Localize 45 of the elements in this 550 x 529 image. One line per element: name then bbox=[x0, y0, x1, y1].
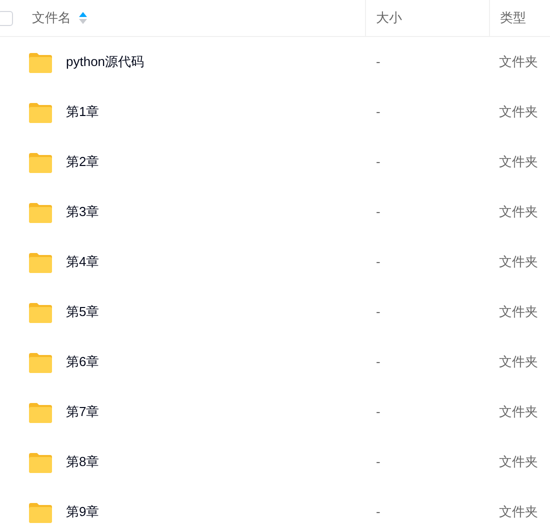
folder-icon bbox=[28, 402, 53, 422]
file-type: 文件夹 bbox=[499, 404, 538, 420]
column-header[interactable]: 类型 bbox=[500, 8, 526, 28]
file-size: - bbox=[376, 204, 380, 220]
file-name[interactable]: 第4章 bbox=[66, 252, 100, 272]
file-name[interactable]: 第8章 bbox=[66, 452, 100, 472]
folder-icon bbox=[28, 202, 53, 222]
file-name[interactable]: 第6章 bbox=[66, 352, 100, 372]
file-type: 文件夹 bbox=[499, 354, 538, 370]
column-header[interactable]: 文件名 bbox=[32, 8, 71, 28]
file-size: - bbox=[376, 104, 380, 120]
folder-icon bbox=[28, 452, 53, 472]
file-size: - bbox=[376, 54, 380, 70]
file-name[interactable]: 第9章 bbox=[66, 502, 100, 522]
select-all-checkbox[interactable] bbox=[0, 10, 13, 26]
file-type: 文件夹 bbox=[499, 254, 538, 270]
file-type: 文件夹 bbox=[499, 454, 538, 470]
file-size: - bbox=[376, 354, 380, 370]
folder-icon bbox=[28, 502, 53, 522]
file-size: - bbox=[376, 154, 380, 170]
file-name[interactable]: python源代码 bbox=[66, 52, 144, 72]
file-type: 文件夹 bbox=[499, 504, 538, 520]
folder-icon bbox=[28, 302, 53, 322]
file-size: - bbox=[376, 304, 380, 320]
file-name[interactable]: 第5章 bbox=[66, 302, 100, 322]
file-size: - bbox=[376, 404, 380, 420]
column-header[interactable]: 大小 bbox=[376, 8, 402, 28]
file-type: 文件夹 bbox=[499, 54, 538, 70]
folder-icon bbox=[28, 102, 53, 122]
file-name[interactable]: 第2章 bbox=[66, 152, 100, 172]
file-name[interactable]: 第3章 bbox=[66, 202, 100, 222]
folder-icon bbox=[28, 252, 53, 272]
folder-icon bbox=[28, 352, 53, 372]
file-type: 文件夹 bbox=[499, 204, 538, 220]
file-size: - bbox=[376, 454, 380, 470]
folder-icon bbox=[28, 52, 53, 72]
file-name[interactable]: 第7章 bbox=[66, 402, 100, 422]
file-size: - bbox=[376, 504, 380, 520]
file-type: 文件夹 bbox=[499, 304, 538, 320]
folder-icon bbox=[28, 152, 53, 172]
file-type: 文件夹 bbox=[499, 154, 538, 170]
file-type: 文件夹 bbox=[499, 104, 538, 120]
file-size: - bbox=[376, 254, 380, 270]
sort-icon[interactable] bbox=[79, 12, 87, 24]
file-name[interactable]: 第1章 bbox=[66, 102, 100, 122]
